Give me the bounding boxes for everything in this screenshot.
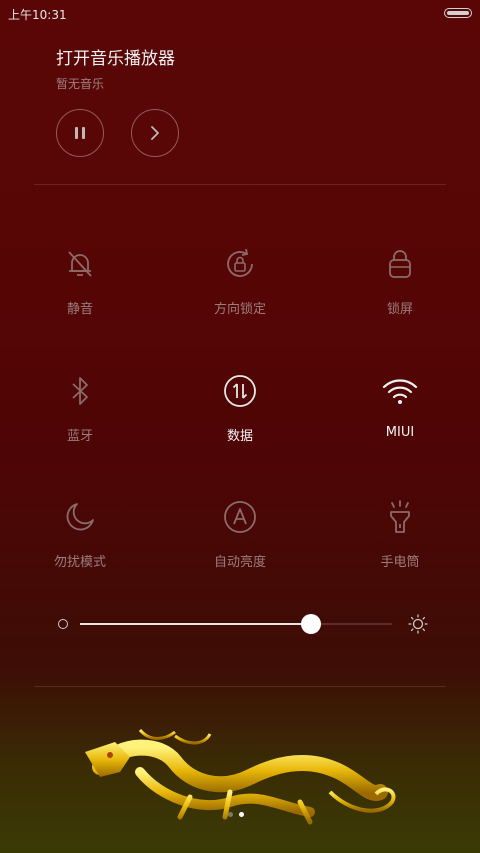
toggle-auto-brightness-label: 自动亮度 (213, 555, 266, 570)
lock-icon (389, 250, 411, 278)
music-subtitle: 暂无音乐 (56, 77, 105, 91)
page-dot (228, 812, 233, 817)
toggle-mobile-data[interactable]: 数据 (180, 371, 300, 444)
toggle-bluetooth[interactable]: 蓝牙 (20, 371, 140, 444)
divider-top (34, 184, 446, 185)
toggle-wifi-label: MIUI (385, 425, 415, 440)
toggle-auto-brightness[interactable]: 自动亮度 (180, 497, 300, 570)
toggle-flashlight-label: 手电筒 (380, 555, 420, 570)
auto-brightness-icon (224, 501, 256, 533)
chevron-right-icon (151, 126, 159, 140)
toggle-do-not-disturb[interactable]: 勿扰模式 (20, 497, 140, 570)
rotation-lock-icon (227, 248, 253, 277)
battery-icon (444, 8, 472, 18)
pause-icon (75, 127, 85, 139)
toggle-mobile-data-label: 数据 (226, 429, 253, 444)
mobile-data-icon (224, 375, 256, 407)
brightness-slider[interactable] (58, 612, 428, 636)
toggle-rotation-lock-label: 方向锁定 (213, 302, 266, 317)
bluetooth-icon (72, 377, 88, 405)
toggle-wifi[interactable]: MIUI (340, 371, 460, 440)
pause-button[interactable] (56, 109, 104, 157)
moon-icon (66, 503, 94, 531)
toggle-rotation-lock[interactable]: 方向锁定 (180, 244, 300, 317)
silent-bell-icon (68, 251, 92, 277)
status-time: 上午10:31 (8, 8, 67, 22)
page-dot-active (239, 812, 244, 817)
divider-bottom (34, 686, 446, 687)
toggle-flashlight[interactable]: 手电筒 (340, 497, 460, 570)
toggle-silent-label: 静音 (66, 302, 93, 317)
music-title[interactable]: 打开音乐播放器 (56, 44, 175, 69)
wifi-icon (382, 379, 418, 404)
next-button[interactable] (131, 109, 179, 157)
toggle-lock-screen[interactable]: 锁屏 (340, 244, 460, 317)
brightness-thumb[interactable] (300, 614, 321, 634)
toggle-bluetooth-label: 蓝牙 (66, 429, 93, 444)
brightness-min-icon (58, 619, 68, 629)
status-bar: 上午10:31 (0, 0, 480, 28)
brightness-max-icon (408, 614, 428, 634)
brightness-track-fill (80, 623, 311, 625)
toggle-lock-screen-label: 锁屏 (386, 302, 413, 317)
page-indicator (228, 812, 244, 817)
music-widget[interactable]: 打开音乐播放器 暂无音乐 (56, 44, 175, 92)
toggle-do-not-disturb-label: 勿扰模式 (53, 555, 106, 570)
toggle-silent[interactable]: 静音 (20, 244, 140, 317)
flashlight-icon (390, 500, 410, 533)
